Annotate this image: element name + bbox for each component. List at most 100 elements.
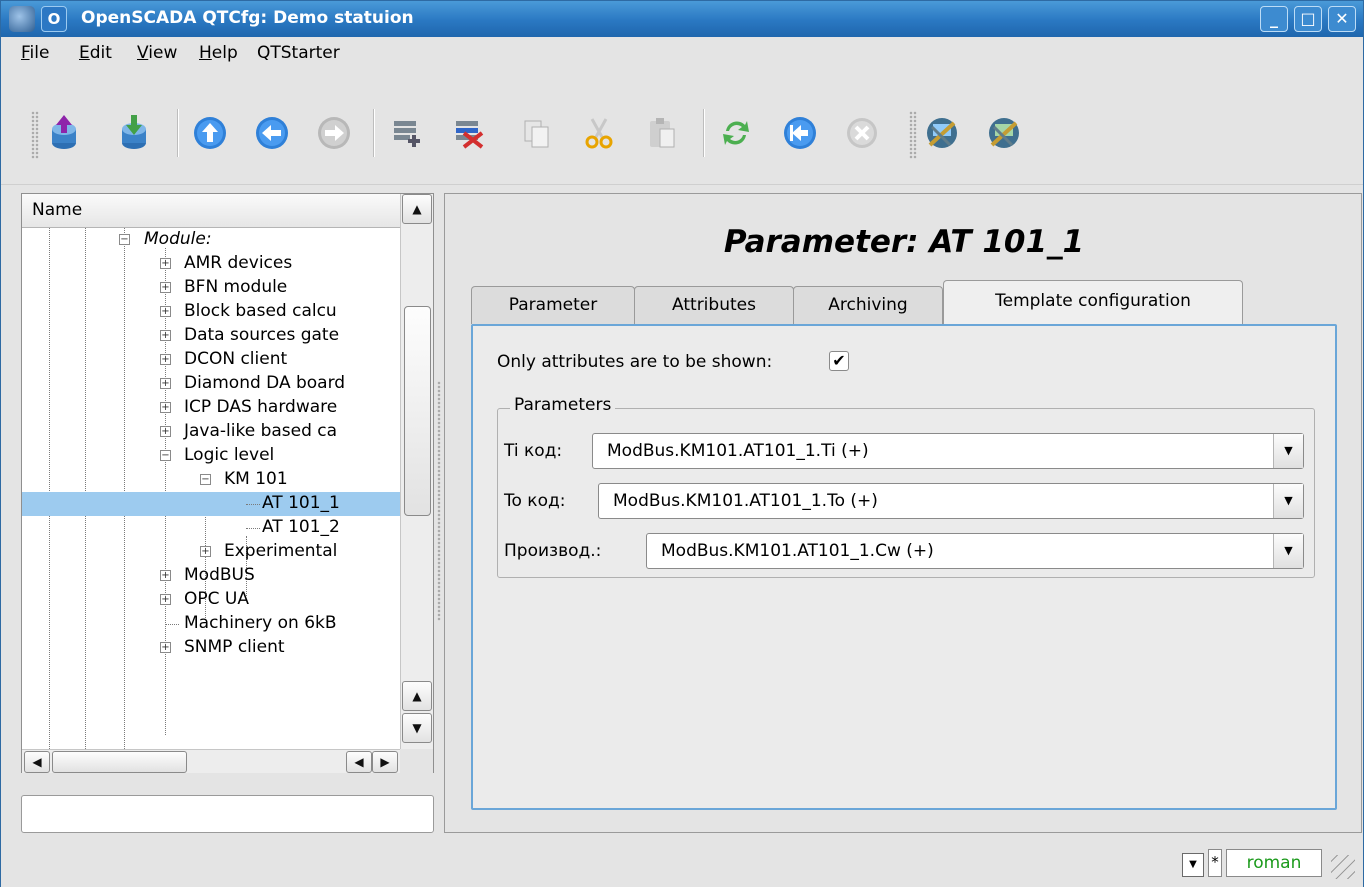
tree-item[interactable]: + Data sources gate (22, 324, 400, 348)
expand-icon[interactable]: + (160, 426, 171, 437)
minimize-button[interactable]: _ (1260, 6, 1288, 32)
only-attributes-checkbox[interactable]: ✔ (829, 351, 849, 371)
page-title: Parameter: AT 101_1 (723, 224, 1085, 260)
panel-splitter[interactable] (437, 381, 441, 621)
item-add-icon[interactable] (385, 111, 427, 155)
tree-item[interactable]: + SNMP client (22, 636, 400, 660)
tree-item[interactable]: Machinery on 6kB (22, 612, 400, 636)
expand-icon[interactable]: + (160, 354, 171, 365)
chevron-down-icon[interactable]: ▼ (1273, 484, 1303, 518)
tree-item[interactable]: + Block based calcu (22, 300, 400, 324)
expand-icon[interactable]: + (160, 306, 171, 317)
tree-item[interactable]: + ICP DAS hardware (22, 396, 400, 420)
maximize-button[interactable]: □ (1294, 6, 1322, 32)
window-title: OpenSCADA QTCfg: Demo statuion (81, 8, 414, 28)
tree-item[interactable]: AT 101_2 (22, 516, 400, 540)
tree-horizontal-scrollbar[interactable]: ◀ ◀ ▶ (22, 749, 400, 773)
cut-icon[interactable] (577, 111, 619, 155)
collapse-icon[interactable]: − (160, 450, 171, 461)
tree-item[interactable]: − KM 101 (22, 468, 400, 492)
qtcfg-icon[interactable] (921, 111, 963, 155)
collapse-icon[interactable]: − (200, 474, 211, 485)
scroll-thumb[interactable] (52, 751, 187, 773)
vision-icon[interactable] (983, 111, 1025, 155)
scroll-up-button[interactable]: ▲ (402, 194, 432, 224)
scroll-left-button[interactable]: ◀ (24, 751, 50, 773)
expand-icon[interactable]: + (160, 282, 171, 293)
menu-file[interactable]: File (21, 43, 49, 63)
user-label[interactable]: roman (1226, 849, 1322, 877)
scroll-thumb[interactable] (404, 306, 431, 516)
tree-header[interactable]: Name (22, 194, 400, 228)
tree-item-selected[interactable]: AT 101_1 (22, 492, 400, 516)
close-button[interactable]: ✕ (1328, 6, 1356, 32)
tree-item[interactable]: + Diamond DA board (22, 372, 400, 396)
tree-item[interactable]: − Logic level (22, 444, 400, 468)
ti-code-select[interactable]: ModBus.KM101.AT101_1.Ti (+) ▼ (592, 433, 1304, 469)
expand-icon[interactable]: + (160, 330, 171, 341)
menu-help[interactable]: Help (199, 43, 238, 63)
go-back-icon[interactable] (251, 111, 293, 155)
tree-item[interactable]: + OPC UA (22, 588, 400, 612)
tree-item[interactable]: + ModBUS (22, 564, 400, 588)
tab-archiving[interactable]: Archiving (793, 286, 943, 324)
only-attributes-label: Only attributes are to be shown: (497, 352, 773, 372)
tree-vertical-scrollbar[interactable]: ▲ ▲ ▼ (400, 194, 433, 750)
copy-icon[interactable] (515, 111, 557, 155)
tree-body[interactable]: − Module: + AMR devices + BFN module + B… (22, 228, 400, 749)
to-code-value: ModBus.KM101.AT101_1.To (+) (613, 491, 878, 511)
menu-edit[interactable]: Edit (79, 43, 112, 63)
cw-select[interactable]: ModBus.KM101.AT101_1.Cw (+) ▼ (646, 533, 1304, 569)
ti-code-value: ModBus.KM101.AT101_1.Ti (+) (607, 441, 869, 461)
tree-item[interactable]: + BFN module (22, 276, 400, 300)
tree-item[interactable]: + AMR devices (22, 252, 400, 276)
scrollbar-corner (400, 749, 433, 773)
expand-icon[interactable]: + (200, 546, 211, 557)
navigation-tree[interactable]: Name − Module: + AMR devices + BFN modul… (21, 193, 434, 773)
start-icon[interactable] (779, 111, 821, 155)
scroll-left-button[interactable]: ◀ (346, 751, 372, 773)
expand-icon[interactable]: + (160, 378, 171, 389)
toolbar-grip[interactable] (31, 111, 39, 159)
expand-icon[interactable]: + (160, 570, 171, 581)
menu-view[interactable]: View (137, 43, 177, 63)
tree-item[interactable]: − Module: (22, 228, 400, 252)
chevron-down-icon[interactable]: ▼ (1273, 534, 1303, 568)
expand-icon[interactable]: + (160, 642, 171, 653)
scroll-right-button[interactable]: ▶ (372, 751, 398, 773)
expand-icon[interactable]: + (160, 594, 171, 605)
db-save-icon[interactable] (113, 111, 155, 155)
tree-item[interactable]: + Experimental (22, 540, 400, 564)
tab-attributes[interactable]: Attributes (634, 286, 794, 324)
tab-parameter[interactable]: Parameter (471, 286, 635, 324)
tab-template-configuration[interactable]: Template configuration (943, 280, 1243, 324)
system-menu-button[interactable]: O (41, 6, 67, 32)
title-bar[interactable]: O OpenSCADA QTCfg: Demo statuion _ □ ✕ (1, 1, 1363, 37)
tree-connector (246, 528, 260, 529)
paste-icon[interactable] (641, 111, 683, 155)
refresh-icon[interactable] (715, 111, 757, 155)
collapse-icon[interactable]: − (119, 234, 130, 245)
go-up-icon[interactable] (189, 111, 231, 155)
toolbar-separator (177, 109, 179, 157)
cw-value: ModBus.KM101.AT101_1.Cw (+) (661, 541, 934, 561)
db-load-icon[interactable] (43, 111, 85, 155)
chevron-down-icon[interactable]: ▼ (1182, 853, 1204, 877)
expand-icon[interactable]: + (160, 402, 171, 413)
menu-qtstarter[interactable]: QTStarter (257, 43, 340, 63)
stop-icon[interactable] (841, 111, 883, 155)
toolbar-separator (703, 109, 705, 157)
chevron-down-icon[interactable]: ▼ (1273, 434, 1303, 468)
resize-grip[interactable] (1331, 855, 1355, 879)
expand-icon[interactable]: + (160, 258, 171, 269)
to-code-select[interactable]: ModBus.KM101.AT101_1.To (+) ▼ (598, 483, 1304, 519)
status-line-field[interactable] (21, 795, 434, 833)
tree-item[interactable]: + DCON client (22, 348, 400, 372)
scroll-down-button[interactable]: ▼ (402, 713, 432, 743)
template-configuration-page: Only attributes are to be shown: ✔ Param… (471, 324, 1337, 810)
tree-item[interactable]: + Java-like based ca (22, 420, 400, 444)
item-delete-icon[interactable] (447, 111, 489, 155)
scroll-up-button[interactable]: ▲ (402, 681, 432, 711)
toolbar-grip[interactable] (909, 111, 917, 159)
go-forward-icon[interactable] (313, 111, 355, 155)
